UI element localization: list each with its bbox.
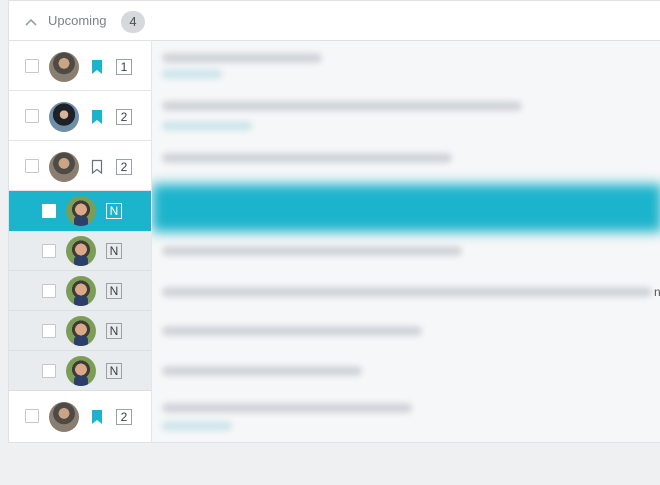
bookmark-filled-icon[interactable] — [91, 409, 103, 425]
task-checkbox[interactable] — [25, 409, 39, 423]
assignee-avatar — [66, 276, 96, 306]
assignee-avatar — [66, 196, 96, 226]
count-badge: 4 — [121, 11, 145, 33]
upcoming-section-header[interactable]: Upcoming 4 — [9, 0, 660, 41]
subtask-tag: N — [106, 283, 122, 299]
assignee-avatar — [66, 356, 96, 386]
subtask-tag: N — [106, 203, 122, 219]
bookmark-filled-icon[interactable] — [91, 109, 103, 125]
assignee-avatar — [66, 316, 96, 346]
blurred-text — [162, 421, 232, 431]
truncated-text: nd — [654, 285, 660, 299]
blurred-text — [162, 287, 652, 297]
task-row[interactable]: 2 — [9, 91, 151, 141]
blurred-text — [162, 246, 462, 256]
assignee-avatar — [49, 152, 79, 182]
chevron-up-icon[interactable] — [24, 15, 38, 29]
selected-row-highlight — [152, 184, 660, 232]
task-row[interactable]: 2 — [9, 141, 151, 191]
blurred-text — [162, 153, 452, 163]
task-row[interactable]: 1 — [9, 41, 151, 91]
subtask-checkbox[interactable] — [42, 244, 56, 258]
subtask-tag: N — [106, 323, 122, 339]
blurred-text — [162, 326, 422, 336]
assignee-avatar — [49, 102, 79, 132]
blurred-text — [162, 403, 412, 413]
subtask-count: 1 — [116, 59, 132, 75]
assignee-avatar — [49, 402, 79, 432]
bookmark-filled-icon[interactable] — [91, 59, 103, 75]
subtask-row[interactable]: N — [9, 311, 151, 351]
task-checkbox[interactable] — [25, 59, 39, 73]
subtask-tag: N — [106, 363, 122, 379]
task-row[interactable]: 2 — [9, 391, 151, 442]
task-panel: Upcoming 4 1 2 2 N N N N N 2 — [8, 0, 660, 443]
blurred-text — [162, 53, 322, 63]
task-details-blurred: nd — [151, 41, 660, 442]
task-checkbox[interactable] — [25, 159, 39, 173]
blurred-text — [162, 121, 252, 131]
subtask-checkbox[interactable] — [42, 364, 56, 378]
assignee-avatar — [49, 52, 79, 82]
bookmark-outline-icon[interactable] — [91, 159, 103, 175]
subtask-count: 2 — [116, 159, 132, 175]
subtask-tag: N — [106, 243, 122, 259]
assignee-avatar — [66, 236, 96, 266]
subtask-row[interactable]: N — [9, 351, 151, 391]
subtask-count: 2 — [116, 409, 132, 425]
subtask-row[interactable]: N — [9, 231, 151, 271]
blurred-text — [162, 366, 362, 376]
subtask-checkbox[interactable] — [42, 324, 56, 338]
subtask-row[interactable]: N — [9, 271, 151, 311]
subtask-count: 2 — [116, 109, 132, 125]
blurred-text — [162, 69, 222, 79]
subtask-row-selected[interactable]: N — [9, 191, 151, 231]
subtask-checkbox[interactable] — [42, 204, 56, 218]
section-title: Upcoming — [48, 13, 107, 28]
task-checkbox[interactable] — [25, 109, 39, 123]
blurred-text — [162, 101, 522, 111]
subtask-checkbox[interactable] — [42, 284, 56, 298]
